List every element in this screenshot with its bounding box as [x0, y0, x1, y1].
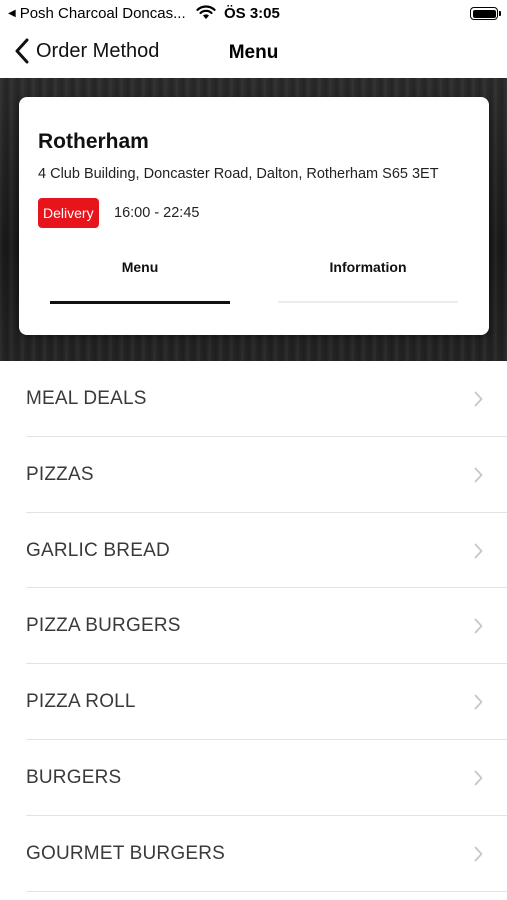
- chevron-right-icon: [474, 543, 483, 558]
- store-name: Rotherham: [38, 130, 149, 153]
- tab-information-indicator: [278, 301, 458, 303]
- store-address: 4 Club Building, Doncaster Road, Dalton,…: [38, 166, 439, 182]
- status-time: ÖS 3:05: [224, 5, 280, 22]
- category-burgers[interactable]: BURGERS: [0, 740, 507, 816]
- category-garlic-bread[interactable]: GARLIC BREAD: [0, 513, 507, 589]
- navigation-bar: Menu Order Method: [0, 28, 507, 78]
- category-label: BURGERS: [26, 766, 122, 788]
- category-label: GOURMET BURGERS: [26, 842, 226, 864]
- menu-category-list: MEAL DEALS PIZZAS GARLIC BREAD PIZZA BUR…: [0, 361, 507, 892]
- battery-icon: [470, 7, 501, 20]
- divider: [26, 890, 507, 892]
- category-label: GARLIC BREAD: [26, 539, 170, 561]
- category-pizza-burgers[interactable]: PIZZA BURGERS: [0, 588, 507, 665]
- category-pizza-roll[interactable]: PIZZA ROLL: [0, 664, 507, 740]
- chevron-right-icon: [474, 467, 483, 483]
- status-back-app-label: Posh Charcoal Doncas...: [19, 5, 186, 22]
- tab-menu-indicator: [50, 301, 230, 304]
- category-label: PIZZAS: [26, 463, 94, 485]
- category-label: MEAL DEALS: [26, 388, 147, 409]
- tab-information[interactable]: Information: [278, 259, 458, 275]
- status-back-to-app[interactable]: ◀ Posh Charcoal Doncas...: [8, 5, 186, 22]
- chevron-right-icon: [474, 846, 483, 862]
- category-meal-deals[interactable]: MEAL DEALS: [0, 361, 507, 437]
- opening-hours: 16:00 - 22:45: [114, 205, 200, 221]
- category-label: PIZZA BURGERS: [26, 615, 181, 637]
- delivery-badge: Delivery: [38, 198, 99, 228]
- chevron-right-icon: [474, 694, 483, 710]
- chevron-right-icon: [474, 618, 483, 634]
- category-label: PIZZA ROLL: [26, 691, 136, 713]
- chevron-right-icon: [474, 391, 483, 407]
- chevron-left-icon: [15, 38, 29, 64]
- tab-menu[interactable]: Menu: [50, 259, 230, 275]
- store-card: Rotherham 4 Club Building, Doncaster Roa…: [19, 97, 489, 335]
- back-triangle-icon: ◀: [8, 8, 16, 19]
- chevron-right-icon: [474, 770, 483, 786]
- back-button-label: Order Method: [36, 39, 160, 62]
- wifi-icon: [196, 5, 216, 19]
- category-gourmet-burgers[interactable]: GOURMET BURGERS: [0, 816, 507, 892]
- category-pizzas[interactable]: PIZZAS: [0, 437, 507, 513]
- status-bar: ◀ Posh Charcoal Doncas... ÖS 3:05: [0, 0, 507, 28]
- back-button[interactable]: Order Method: [14, 38, 159, 64]
